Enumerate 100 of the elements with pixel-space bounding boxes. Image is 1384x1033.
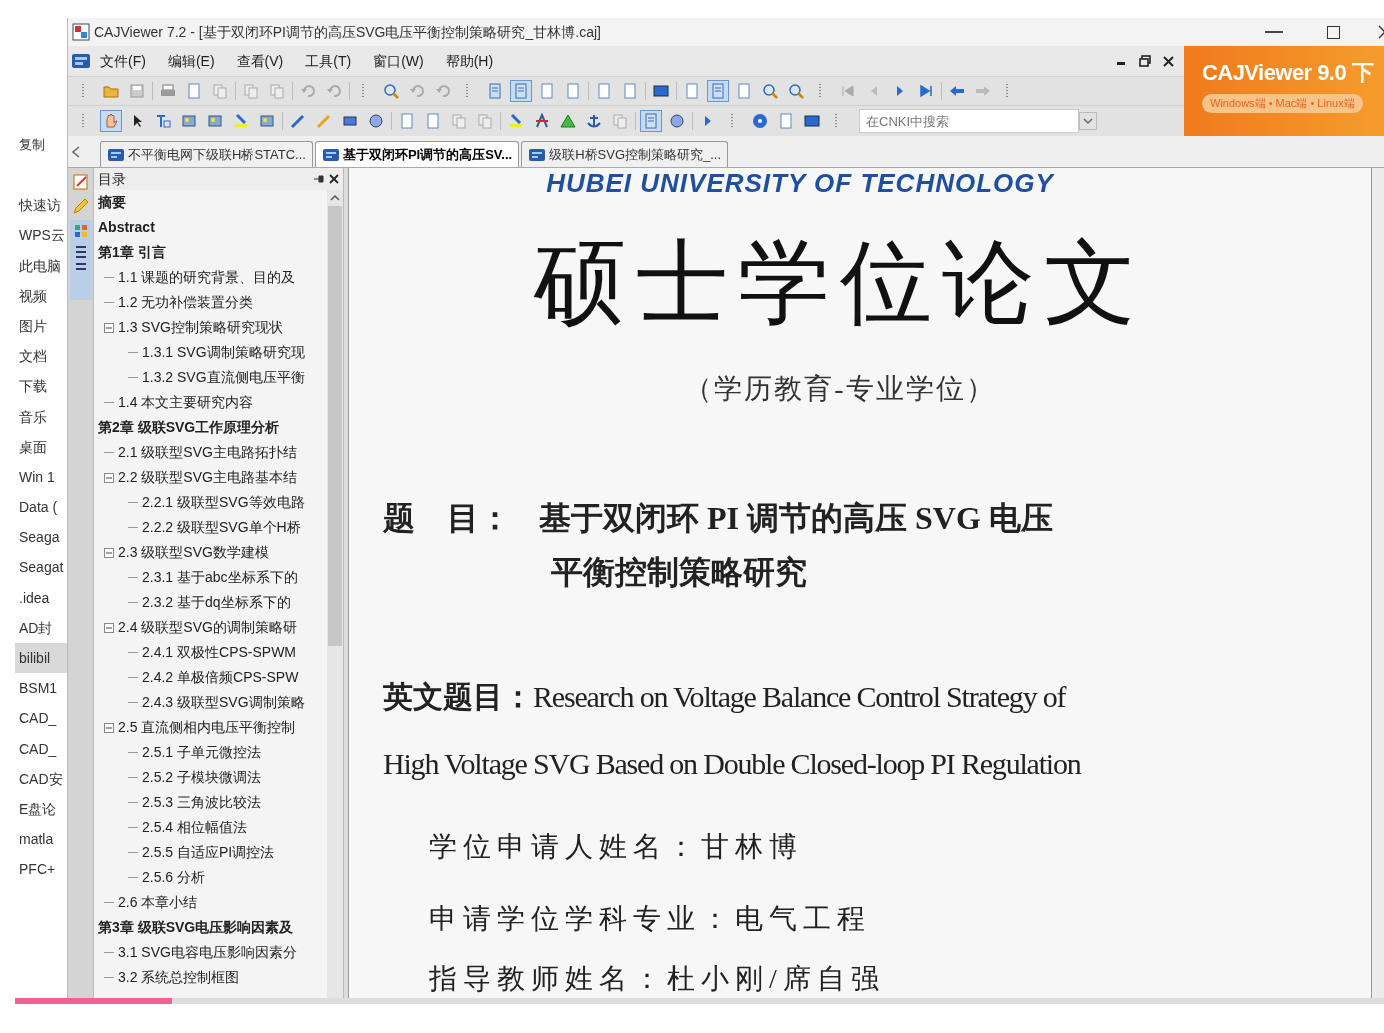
scroll-thumb[interactable]	[328, 206, 342, 646]
document-tab[interactable]: 级联H桥SVG控制策略研究_...	[521, 141, 729, 167]
search-field[interactable]: 在CNKI中搜索	[859, 109, 1079, 133]
close-icon[interactable]	[329, 174, 339, 184]
toc-item[interactable]: 2.4.3 级联型SVG调制策略	[142, 692, 305, 713]
collapse-icon[interactable]	[104, 322, 114, 333]
rectangle-icon[interactable]	[342, 113, 358, 129]
toc-item[interactable]: 1.3.1 SVG调制策略研究现	[142, 342, 305, 363]
folder-item[interactable]: 桌面	[15, 431, 67, 462]
highlighter-icon[interactable]	[508, 113, 524, 129]
folder-item[interactable]: 下载	[15, 371, 67, 402]
highlighter-icon[interactable]	[233, 113, 249, 129]
text-select-icon[interactable]	[155, 113, 171, 129]
page-icon[interactable]	[565, 83, 581, 99]
toc-item[interactable]: 第2章 级联SVG工作原理分析	[98, 417, 280, 438]
dropdown-icon[interactable]	[1079, 112, 1097, 130]
contents-tab[interactable]	[69, 220, 92, 300]
toc-item[interactable]: 3.1 SVG电容电压影响因素分	[118, 942, 297, 963]
toc-item[interactable]: 2.5 直流侧相内电压平衡控制	[118, 717, 296, 738]
folder-item[interactable]: 快速访	[15, 190, 67, 221]
document-tab[interactable]: 不平衡电网下级联H桥STATC...	[100, 141, 313, 167]
toc-item[interactable]: 2.5.1 子单元微控法	[142, 742, 262, 763]
monitor-icon[interactable]	[653, 83, 669, 99]
image-select-icon[interactable]	[207, 113, 223, 129]
folder-item[interactable]: .idea	[15, 582, 67, 613]
menu-item[interactable]: 工具(T)	[305, 50, 352, 72]
undo-icon[interactable]	[435, 83, 451, 99]
image-select-icon[interactable]	[259, 113, 275, 129]
collapse-icon[interactable]	[104, 622, 114, 633]
toc-item[interactable]: Abstract	[98, 217, 155, 238]
toc-item[interactable]: 1.4 本文主要研究内容	[118, 392, 254, 413]
toc-item[interactable]: 1.3.2 SVG直流侧电压平衡	[142, 367, 305, 388]
pencil-icon[interactable]	[70, 196, 91, 216]
folder-item[interactable]: BSM1	[15, 673, 67, 704]
toc-item[interactable]: 2.4.1 双极性CPS-SPWM	[142, 642, 297, 663]
close-icon[interactable]	[1378, 25, 1384, 39]
undo-icon[interactable]	[409, 83, 425, 99]
circle-icon[interactable]	[368, 113, 384, 129]
zoom-in-icon[interactable]	[762, 83, 778, 99]
folder-icon[interactable]	[103, 83, 119, 99]
folder-item[interactable]: Seagat	[15, 552, 67, 583]
back-arrow-icon[interactable]	[949, 83, 965, 99]
page-icon[interactable]	[684, 83, 700, 99]
folder-item[interactable]: PFC+	[15, 854, 67, 885]
page-icon[interactable]	[736, 83, 752, 99]
toc-item[interactable]: 2.5.4 相位幅值法	[142, 817, 248, 838]
page-icon[interactable]	[487, 83, 503, 99]
folder-item[interactable]: 音乐	[15, 401, 67, 432]
copy-icon[interactable]	[269, 83, 285, 99]
toc-item[interactable]: 2.3 级联型SVG数学建模	[118, 542, 269, 563]
folder-item[interactable]: WPS云	[15, 220, 67, 251]
restore-icon[interactable]	[1139, 55, 1151, 67]
menu-item[interactable]: 帮助(H)	[445, 50, 494, 72]
last-page-icon[interactable]	[918, 83, 934, 99]
scroll-left-icon[interactable]	[72, 146, 80, 158]
scroll-up-icon[interactable]	[330, 194, 340, 202]
close-icon[interactable]	[1163, 55, 1174, 67]
copy-icon[interactable]	[451, 113, 467, 129]
menu-item[interactable]: 查看(V)	[236, 50, 284, 72]
maximize-icon[interactable]	[1327, 25, 1340, 39]
folder-item[interactable]: CAD安	[15, 763, 67, 794]
toc-item[interactable]: 2.3.1 基于abc坐标系下的	[142, 567, 298, 588]
page-icon[interactable]	[710, 83, 726, 99]
copy-icon[interactable]	[477, 113, 493, 129]
menu-item[interactable]: 编辑(E)	[167, 50, 215, 72]
zoom-in-icon[interactable]	[383, 83, 399, 99]
folder-item[interactable]: 复制	[15, 130, 67, 161]
page-icon[interactable]	[399, 113, 415, 129]
folder-item[interactable]: E盘论	[15, 793, 67, 825]
folder-item[interactable]: Seaga	[15, 522, 67, 553]
toc-item[interactable]: 1.3 SVG控制策略研究现状	[118, 317, 283, 338]
toc-item[interactable]: 2.6 本章小结	[118, 892, 198, 913]
first-page-icon[interactable]	[840, 83, 856, 99]
toc-item[interactable]: 1.1 课题的研究背景、目的及	[118, 267, 296, 288]
folder-item[interactable]: AD封	[15, 612, 67, 643]
minimize-icon[interactable]	[1117, 61, 1125, 65]
page-icon[interactable]	[539, 83, 555, 99]
printer-icon[interactable]	[160, 83, 176, 99]
folder-item[interactable]: CAD_	[15, 733, 67, 764]
copy-icon[interactable]	[612, 113, 628, 129]
save-icon[interactable]	[129, 83, 145, 99]
folder-item[interactable]: 此电脑	[15, 250, 67, 281]
notes-icon[interactable]	[70, 172, 91, 192]
toc-item[interactable]: 2.5.6 分析	[142, 867, 206, 888]
page-icon[interactable]	[513, 83, 529, 99]
copy-icon[interactable]	[212, 83, 228, 99]
toc-item[interactable]: 2.2.2 级联型SVG单个H桥	[142, 517, 301, 538]
scrollbar[interactable]	[327, 190, 343, 998]
page-icon[interactable]	[186, 83, 202, 99]
toc-item[interactable]: 第3章 级联SVG电压影响因素及	[98, 917, 294, 938]
circle-icon[interactable]	[669, 113, 685, 129]
folder-item[interactable]: bilibil	[15, 643, 67, 674]
page-icon[interactable]	[596, 83, 612, 99]
document-tab[interactable]: 基于双闭环PI调节的高压SV...	[314, 141, 520, 167]
collapse-icon[interactable]	[104, 547, 114, 558]
toc-item[interactable]: 2.1 级联型SVG主电路拓扑结	[118, 442, 297, 463]
toc-item[interactable]: 2.4 级联型SVG的调制策略研	[118, 617, 297, 638]
pin-icon[interactable]	[313, 174, 325, 184]
undo-icon[interactable]	[326, 83, 342, 99]
toc-item[interactable]: 2.5.2 子模块微调法	[142, 767, 262, 788]
